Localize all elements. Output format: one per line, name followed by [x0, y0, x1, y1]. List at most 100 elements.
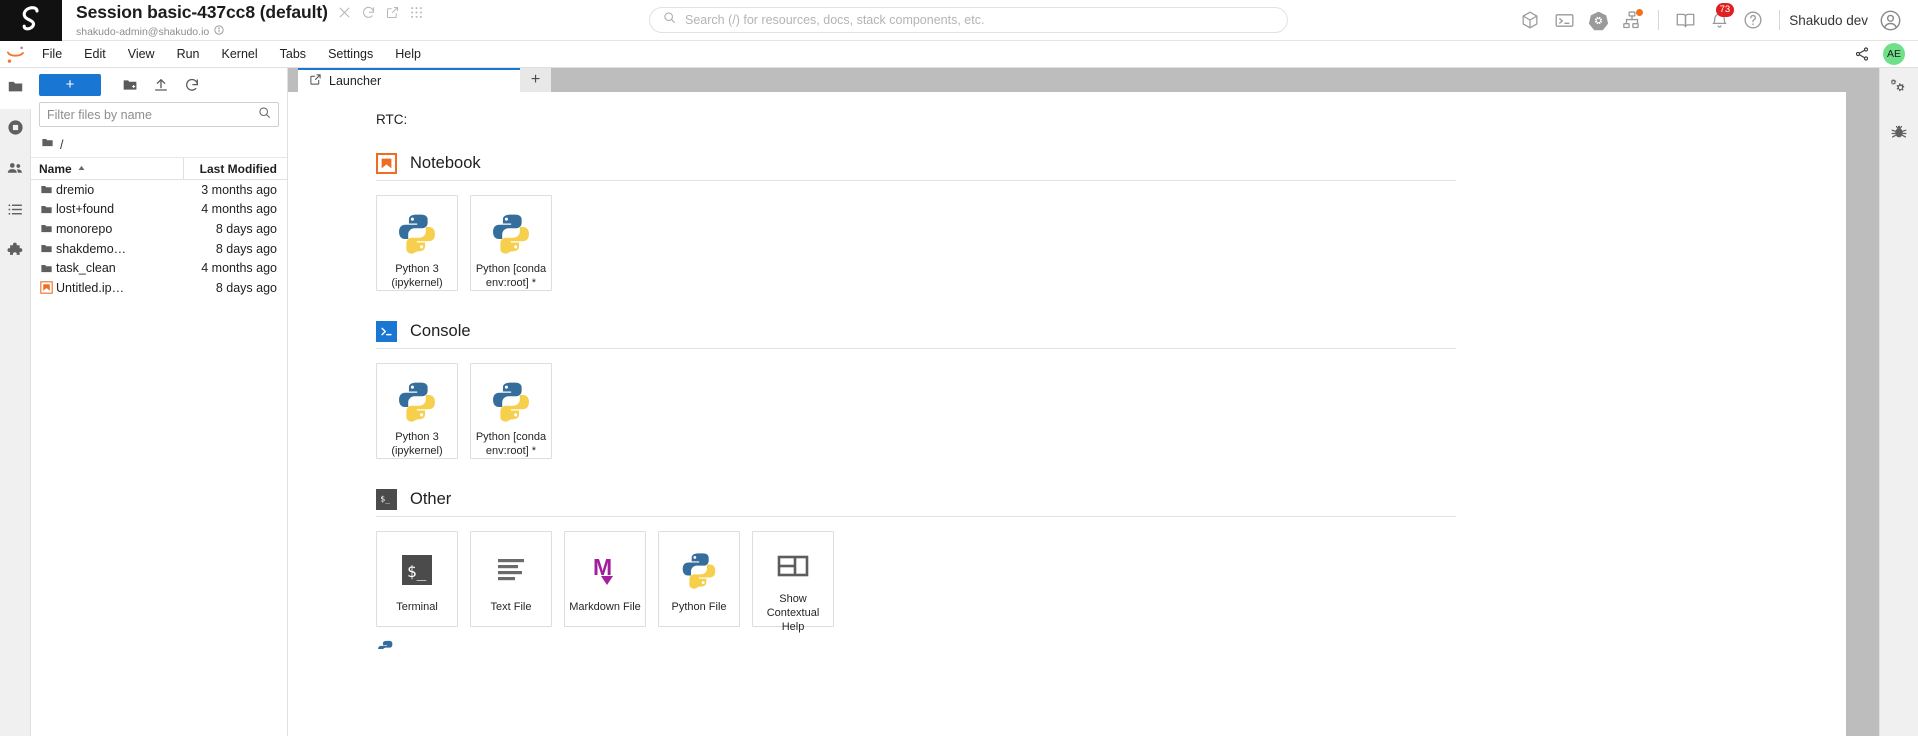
- new-folder-icon[interactable]: [116, 73, 143, 97]
- list-item[interactable]: monorepo 8 days ago: [31, 219, 287, 239]
- file-name: lost+found: [56, 202, 115, 217]
- sidebar-item-property-inspector[interactable]: [1880, 68, 1918, 112]
- info-icon[interactable]: [214, 25, 224, 38]
- search-input[interactable]: Search (/) for resources, docs, stack co…: [649, 7, 1288, 33]
- add-tab-button[interactable]: +: [520, 68, 551, 92]
- open-external-icon[interactable]: [385, 5, 400, 20]
- launcher-card-terminal[interactable]: $_ Terminal: [376, 531, 458, 627]
- other-section-icon: $_: [376, 489, 397, 510]
- sidebar-item-collaboration[interactable]: [0, 150, 31, 191]
- shakudo-logo[interactable]: [0, 0, 62, 41]
- menu-kernel[interactable]: Kernel: [211, 43, 269, 65]
- menu-edit[interactable]: Edit: [73, 43, 117, 65]
- refresh-icon[interactable]: [178, 73, 205, 97]
- section-title: Notebook: [410, 154, 481, 172]
- book-icon[interactable]: [1668, 0, 1702, 41]
- jupyterlab-menubar: File Edit View Run Kernel Tabs Settings …: [0, 41, 1918, 68]
- menu-view[interactable]: View: [117, 43, 166, 65]
- breadcrumb-path: /: [60, 137, 64, 152]
- file-browser-panel: + Filter files by name / Name Last Modif…: [31, 68, 288, 736]
- main-area: Launcher + RTC: Notebook Python 3 (ipyke…: [288, 68, 1879, 736]
- folder-icon: [31, 242, 56, 255]
- file-list-header: Name Last Modified: [31, 158, 287, 180]
- file-modified: 4 months ago: [201, 261, 277, 276]
- notebook-icon: [31, 281, 56, 294]
- list-item[interactable]: Untitled.ip… 8 days ago: [31, 278, 287, 298]
- folder-icon: [31, 222, 56, 235]
- help-circle-icon[interactable]: [1736, 0, 1770, 41]
- other-cards: $_ Terminal Text File M Markdown File Py…: [376, 531, 1846, 633]
- user-circle-icon[interactable]: [1876, 0, 1904, 41]
- kubernetes-icon[interactable]: [1581, 0, 1615, 41]
- new-launcher-button[interactable]: +: [39, 73, 101, 96]
- column-label-name: Name: [39, 161, 72, 176]
- python-icon: [679, 546, 719, 594]
- cube-icon[interactable]: [1513, 0, 1547, 41]
- menu-file[interactable]: File: [31, 43, 73, 65]
- section-divider: [376, 348, 1456, 349]
- search-icon: [258, 106, 271, 124]
- notebook-cards: Python 3 (ipykernel) Python [conda env:r…: [376, 195, 1846, 291]
- menu-run[interactable]: Run: [166, 43, 211, 65]
- launcher-card-conda-notebook[interactable]: Python [conda env:root] *: [470, 195, 552, 291]
- launcher-card-text-file[interactable]: Text File: [470, 531, 552, 627]
- sidebar-item-debugger[interactable]: [1880, 112, 1918, 156]
- folder-icon: [31, 203, 56, 216]
- launcher-card-python-file[interactable]: Python File: [658, 531, 740, 627]
- bug-icon: [1890, 123, 1908, 146]
- column-header-name[interactable]: Name: [31, 158, 184, 179]
- sidebar-item-file-browser[interactable]: [0, 68, 31, 109]
- launcher-card-markdown-file[interactable]: M Markdown File: [564, 531, 646, 627]
- card-label: Python [conda env:root] *: [475, 262, 547, 289]
- launcher-section-console: Console Python 3 (ipykernel) Python [con…: [376, 321, 1846, 459]
- rtc-label: RTC:: [376, 112, 408, 127]
- column-header-last-modified[interactable]: Last Modified: [184, 162, 287, 176]
- filter-files-input[interactable]: Filter files by name: [39, 102, 279, 127]
- python-icon: [395, 210, 439, 256]
- launcher-card-python3-console[interactable]: Python 3 (ipykernel): [376, 363, 458, 459]
- apps-grid-icon[interactable]: [409, 5, 424, 20]
- card-label: Text File: [490, 601, 532, 613]
- list-item[interactable]: lost+found 4 months ago: [31, 200, 287, 220]
- card-label: Python 3 (ipykernel): [391, 262, 443, 289]
- global-search-wrap: Search (/) for resources, docs, stack co…: [424, 0, 1513, 40]
- jupyter-logo: [0, 44, 31, 65]
- tab-bar: Launcher +: [288, 68, 1879, 92]
- launcher-card-python3-notebook[interactable]: Python 3 (ipykernel): [376, 195, 458, 291]
- avatar[interactable]: AE: [1883, 43, 1905, 65]
- folder-icon: [41, 136, 54, 154]
- launcher-card-conda-console[interactable]: Python [conda env:root] *: [470, 363, 552, 459]
- list-item[interactable]: shakdemo… 8 days ago: [31, 239, 287, 259]
- left-sidebar-rail: [0, 68, 31, 736]
- filter-placeholder: Filter files by name: [47, 107, 152, 122]
- refresh-session-icon[interactable]: [361, 5, 376, 20]
- gears-icon: [1890, 78, 1909, 102]
- sidebar-item-table-of-contents[interactable]: [0, 191, 31, 232]
- pipeline-graph-icon[interactable]: [1615, 0, 1649, 41]
- file-modified: 8 days ago: [215, 280, 277, 295]
- upload-icon[interactable]: [147, 73, 174, 97]
- sidebar-item-extensions[interactable]: [0, 232, 31, 273]
- list-item[interactable]: dremio 3 months ago: [31, 180, 287, 200]
- file-browser-toolbar: +: [31, 68, 287, 101]
- search-placeholder: Search (/) for resources, docs, stack co…: [685, 13, 985, 27]
- share-icon[interactable]: [1854, 46, 1870, 62]
- breadcrumb[interactable]: /: [31, 132, 287, 158]
- sidebar-item-running-kernels[interactable]: [0, 109, 31, 150]
- menu-help[interactable]: Help: [384, 43, 432, 65]
- file-modified: 4 months ago: [201, 202, 277, 217]
- close-session-icon[interactable]: [337, 5, 352, 20]
- bell-icon[interactable]: 73: [1702, 0, 1736, 41]
- menu-tabs[interactable]: Tabs: [269, 43, 317, 65]
- tab-launcher[interactable]: Launcher: [298, 68, 520, 92]
- file-name: Untitled.ip…: [56, 280, 125, 295]
- launcher-card-contextual-help[interactable]: Show Contextual Help: [752, 531, 834, 633]
- section-divider: [376, 180, 1456, 181]
- list-item[interactable]: task_clean 4 months ago: [31, 258, 287, 278]
- menu-settings[interactable]: Settings: [317, 43, 384, 65]
- shakudo-logo-glyph: [22, 5, 39, 30]
- account-name[interactable]: Shakudo dev: [1789, 13, 1868, 28]
- card-label: Python File: [671, 601, 727, 613]
- terminal-icon[interactable]: [1547, 0, 1581, 41]
- stop-circle-icon: [7, 119, 24, 141]
